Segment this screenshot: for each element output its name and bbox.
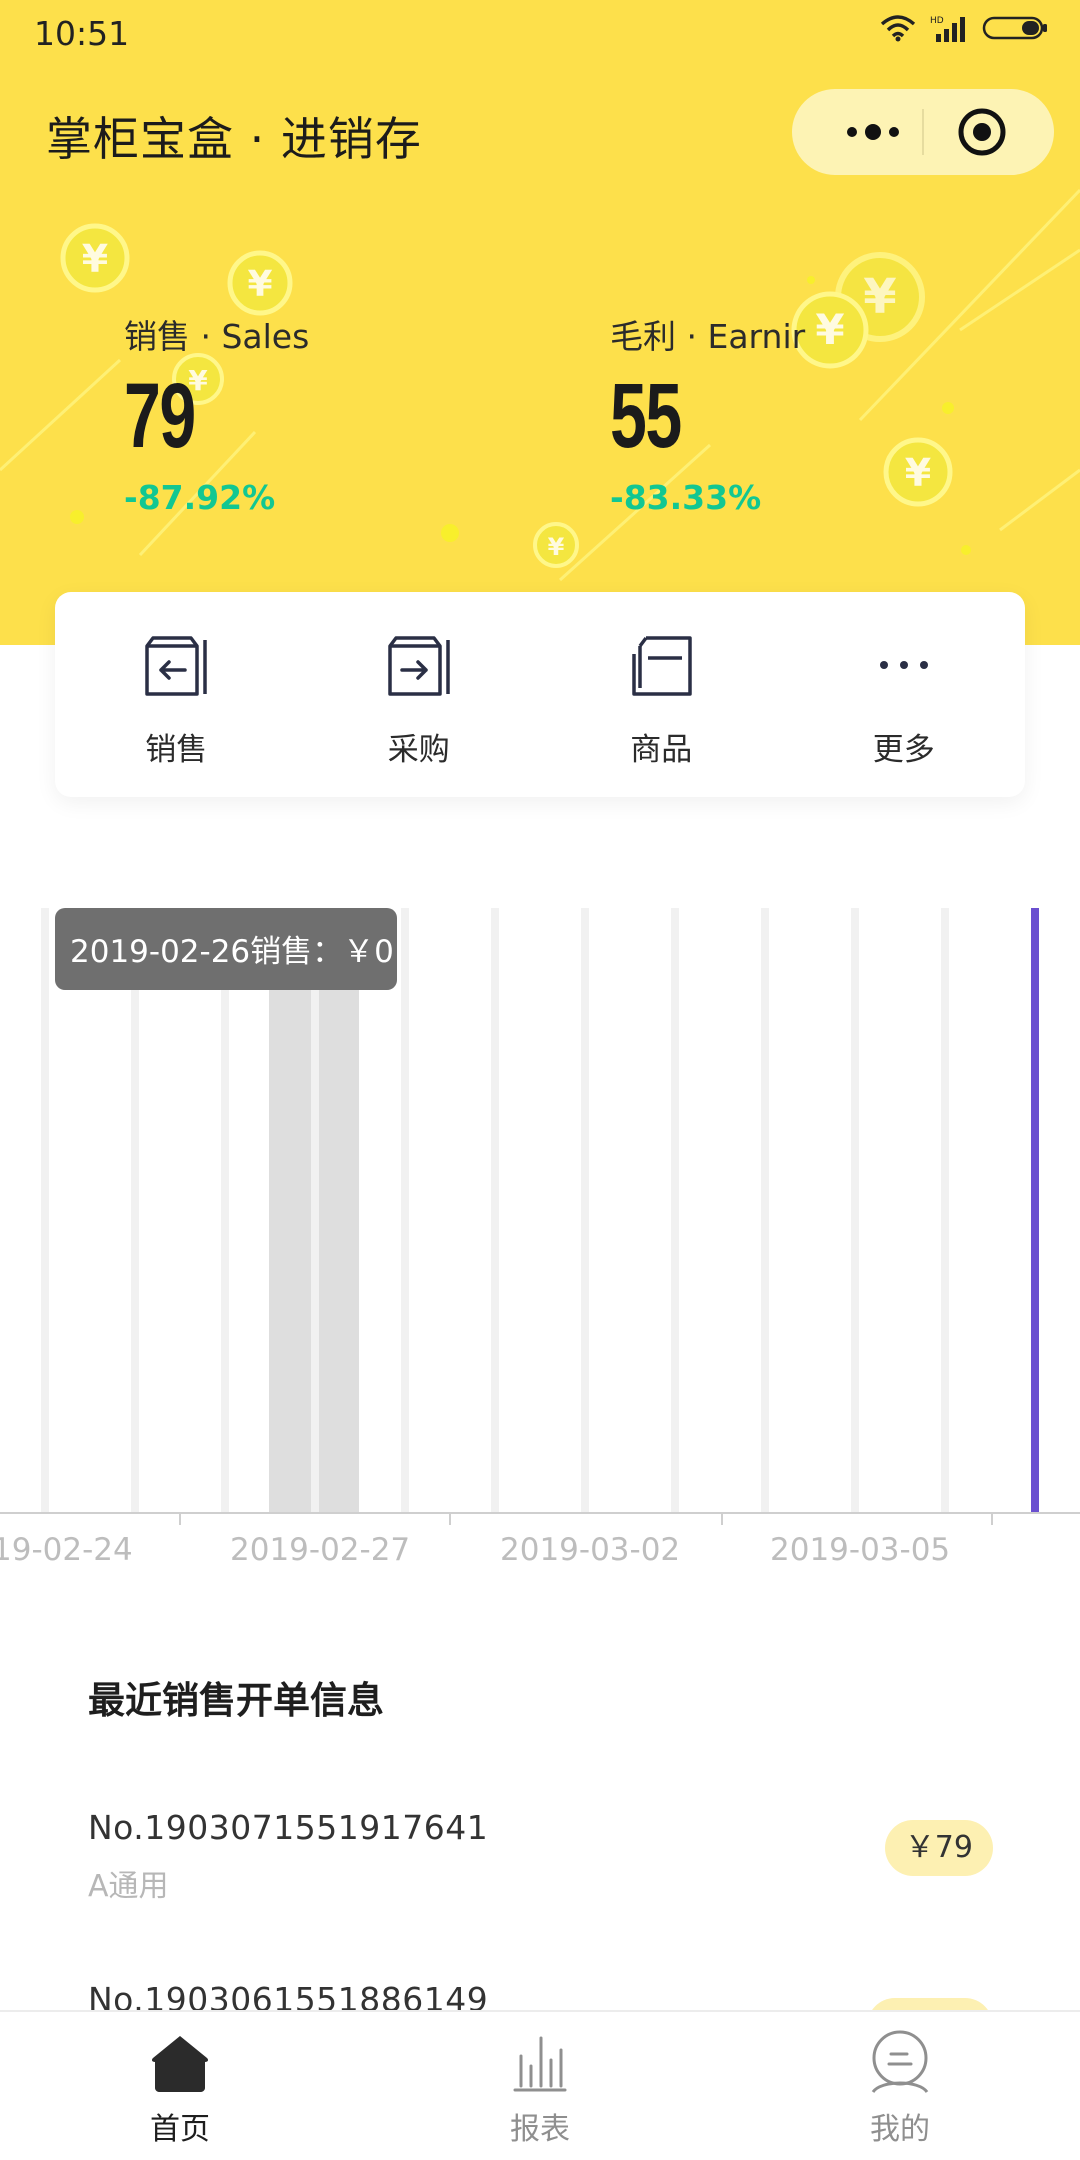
svg-text:¥: ¥: [548, 533, 565, 561]
bottom-tab-bar: 首页 报表 我的: [0, 2010, 1080, 2160]
x-tick-label: 19-02-24: [0, 1532, 133, 1568]
recent-sales-title: 最近销售开单信息: [88, 1679, 384, 1722]
menu-item-label: 采购: [387, 732, 450, 768]
profile-icon: [871, 2030, 929, 2094]
tab-profile[interactable]: 我的: [720, 2012, 1080, 2160]
sales-value: 79: [124, 365, 196, 467]
chart-bar: [1031, 908, 1039, 1513]
home-icon: [151, 2036, 209, 2092]
earnings-label: 毛利 · Earnir: [610, 317, 806, 356]
tab-report[interactable]: 报表: [360, 2012, 720, 2160]
bar-track: [941, 908, 949, 1513]
sales-bar-chart[interactable]: 19-02-24 2019-02-27 2019-03-02 2019-03-05 20…: [0, 880, 1080, 1580]
menu-item-label: 销售: [145, 732, 208, 768]
earnings-value: 55: [610, 365, 682, 467]
menu-item-more[interactable]: 更多: [783, 592, 1026, 797]
chart-tooltip-text: 2019-02-26销售：￥0: [70, 934, 394, 970]
svg-text:¥: ¥: [815, 305, 844, 354]
quick-menu-card: 销售 采购 商品 更多: [55, 592, 1025, 797]
earnings-stat[interactable]: 毛利 · Earnir 55 -83.33%: [610, 310, 805, 517]
purchase-box-icon: [388, 636, 450, 696]
sales-label: 销售 · Sales: [124, 317, 310, 356]
tab-label: 首页: [150, 2112, 210, 2147]
x-tick-label: 2019-03-05: [770, 1532, 950, 1568]
x-tick-label: 2019-02-27: [230, 1532, 410, 1568]
menu-item-label: 商品: [630, 732, 693, 768]
sales-change: -87.92%: [124, 478, 276, 517]
bar-track: [491, 908, 499, 1513]
menu-item-label: 更多: [872, 732, 935, 768]
menu-item-goods[interactable]: 商品: [540, 592, 783, 797]
report-chart-icon: [513, 2036, 567, 2092]
menu-item-sales[interactable]: 销售: [55, 592, 298, 797]
bar-track: [401, 908, 409, 1513]
order-amount-badge: ￥79: [884, 1820, 993, 1876]
svg-text:¥: ¥: [82, 237, 108, 281]
bar-track: [671, 908, 679, 1513]
bar-track: [41, 908, 49, 1513]
app-screen: { "status_bar": {"time": "10:51"}, "nav"…: [0, 0, 1080, 2160]
bar-track: [761, 908, 769, 1513]
order-number: No.1903071551917641: [88, 1808, 489, 1847]
earnings-change: -83.33%: [610, 478, 762, 517]
x-tick-label: 2019-03-02: [500, 1532, 680, 1568]
tab-label: 我的: [870, 2112, 930, 2147]
list-item[interactable]: No.1903071551917641 A通用 ￥79: [88, 1808, 1008, 1905]
more-dots-icon: [879, 661, 928, 669]
svg-text:¥: ¥: [863, 269, 896, 325]
header-banner: 10:51 HD 掌柜宝盒 · 进销存 ¥ ¥ ¥ ¥ ¥ ¥ ¥ 销售 · S…: [0, 0, 1080, 645]
sale-box-icon: [145, 636, 207, 696]
bar-track: [221, 908, 229, 1513]
tab-label: 报表: [510, 2112, 570, 2147]
tab-home[interactable]: 首页: [0, 2012, 360, 2160]
goods-box-icon: [632, 636, 692, 696]
bar-track: [131, 908, 139, 1513]
order-customer: A通用: [88, 1869, 169, 1904]
menu-item-purchase[interactable]: 采购: [298, 592, 541, 797]
bar-track: [851, 908, 859, 1513]
bar-track: [581, 908, 589, 1513]
svg-text:¥: ¥: [905, 451, 931, 495]
bar-track: [311, 908, 319, 1513]
sales-stat[interactable]: 销售 · Sales 79 -87.92%: [124, 310, 309, 517]
svg-text:¥: ¥: [247, 264, 272, 305]
